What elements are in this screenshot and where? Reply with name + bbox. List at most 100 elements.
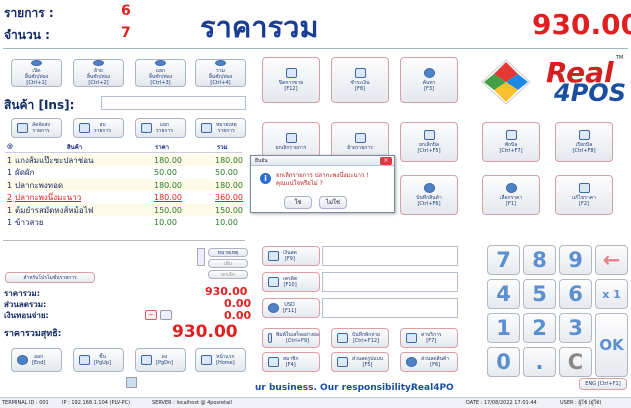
- page-down-button[interactable]: ลง [PgDn]: [135, 348, 186, 372]
- cell-name: ผัดผัก: [15, 168, 35, 177]
- service-charge-button[interactable]: ค่าบริการ [F7]: [400, 328, 458, 348]
- cancel-bill-icon: [423, 130, 435, 140]
- table-row[interactable]: 1 ต้มยำรสมัดหงส์หม้อไฟ 150.00 150.00: [5, 204, 243, 216]
- table-row[interactable]: 1 ผัดผัก 50.00 50.00: [5, 166, 242, 179]
- cell-price: 180.00: [154, 180, 182, 190]
- price-tag-icon: [505, 183, 517, 193]
- edit-price-button[interactable]: แก้ไขราคา [F2]: [555, 175, 613, 215]
- split-item-button[interactable]: แยก รายการ: [135, 118, 186, 138]
- usd-amount-field[interactable]: [322, 298, 458, 318]
- product-label: สินค้า [Ins]:: [4, 98, 75, 112]
- select-price-button[interactable]: เลือกราคา [F1]: [482, 175, 540, 215]
- numpad-dot-button[interactable]: .: [523, 347, 556, 377]
- dialog-close-icon[interactable]: ×: [380, 157, 392, 165]
- cell-name: ปลากะพงนึ่งมะนาว: [15, 193, 82, 202]
- save-hold-button[interactable]: บันทึกพักจ่าย [Ctrl+F12]: [331, 328, 389, 348]
- payment-button[interactable]: ชำระเงิน [F8]: [331, 57, 389, 103]
- merge-drawer-button[interactable]: รวม ลิ้นชัก/ห่อง [Ctrl+4]: [195, 59, 246, 87]
- recall-bill-button[interactable]: เรียกบิล [Ctrl+F8]: [555, 122, 613, 162]
- table-row[interactable]: 1 ปลากะพงทอด 180.00 180.00: [5, 179, 243, 191]
- cell-qty: 1: [7, 180, 13, 190]
- split-drawer-button[interactable]: แยก ลิ้นชัก/ห่อง [Ctrl+3]: [135, 59, 186, 87]
- dialog-yes-button[interactable]: ใช่: [284, 196, 312, 209]
- cancel-button[interactable]: ยกเลิก: [208, 270, 248, 279]
- hold-bill-icon: [505, 130, 517, 140]
- add-button[interactable]: เพิ่ม: [208, 259, 248, 268]
- language-button[interactable]: ENG [Ctrl+F1]: [579, 378, 627, 390]
- change-label: เงินทอนจ่าย:: [4, 311, 49, 320]
- recall-bill-icon: [578, 130, 590, 140]
- numpad-2-button[interactable]: 2: [523, 313, 556, 343]
- promotion-button[interactable]: สำหรับโปรโมชั่นรายการ: [5, 272, 95, 283]
- terminal-id: TERMINAL ID : 001: [2, 400, 49, 406]
- move-drawer-button[interactable]: ย้าย ลิ้นชัก/ห่อง [Ctrl+2]: [73, 59, 124, 87]
- truck-icon: [17, 123, 28, 133]
- cash-amount-field[interactable]: [322, 246, 458, 266]
- cell-qty: 1: [7, 218, 13, 227]
- numpad-backspace-button[interactable]: ←: [595, 245, 628, 275]
- numpad-clear-button[interactable]: C: [559, 347, 592, 377]
- quantity-label: จำนวน :: [4, 28, 50, 42]
- user-info: USER : ผู้ใช้ (ผู้ใช้): [560, 400, 602, 406]
- confirm-dialog: ยืนยัน × i ยกเลิกรายการ ปลากะพงนึ่งมะนาว…: [250, 155, 395, 213]
- credit-button[interactable]: เครดิต [F10]: [262, 272, 320, 292]
- items-count-label: รายการ :: [4, 6, 54, 20]
- merge-icon: [215, 60, 226, 66]
- change-value: 0.00: [224, 309, 252, 322]
- user-avatar-icon[interactable]: [126, 377, 137, 388]
- cell-name: ปลากะพงทอด: [15, 180, 64, 190]
- calculator-icon: [578, 183, 590, 193]
- trash-icon: [79, 123, 90, 133]
- usd-button[interactable]: USD [F11]: [262, 298, 320, 318]
- save-icon: [337, 333, 348, 343]
- numpad-4-button[interactable]: 4: [487, 279, 520, 309]
- search-button[interactable]: ค้นหา [F3]: [400, 57, 458, 103]
- cell-qty: 1: [7, 205, 13, 215]
- numpad-1-button[interactable]: 1: [487, 313, 520, 343]
- brand-text: Real4PO: [411, 383, 454, 393]
- save-product-button[interactable]: บันทึกสินค้า [Ctrl+F6]: [400, 175, 458, 215]
- credit-amount-field[interactable]: [322, 272, 458, 292]
- cell-total: 180.00: [215, 155, 243, 165]
- cell-name: ข้าวสวย: [15, 218, 44, 227]
- delete-item-button[interactable]: ลบ รายการ: [73, 118, 124, 138]
- minus-button[interactable]: –: [145, 310, 157, 320]
- cash-button[interactable]: เงินสด [F9]: [262, 246, 320, 266]
- numpad-3-button[interactable]: 3: [559, 313, 592, 343]
- delivery-item-button[interactable]: ลัดจัดส่ง รายการ: [11, 118, 62, 138]
- member-button[interactable]: สมาชิก [F4]: [262, 352, 320, 372]
- numpad-9-button[interactable]: 9: [559, 245, 592, 275]
- discount-icon: [337, 357, 348, 367]
- note-button[interactable]: หมายเหตุ: [208, 248, 248, 257]
- hold-bill-button[interactable]: พักบิล [Ctrl+F7]: [482, 122, 540, 162]
- home-button[interactable]: หน้าแรก [Home]: [195, 348, 246, 372]
- numpad-8-button[interactable]: 8: [523, 245, 556, 275]
- note-item-button[interactable]: หมายเหตุ รายการ: [195, 118, 246, 138]
- cell-price: 150.00: [154, 205, 182, 215]
- exit-button[interactable]: ออก [End]: [11, 348, 62, 372]
- dialog-no-button[interactable]: ไม่ใช่: [319, 196, 347, 209]
- arrow-down-icon: [141, 355, 152, 365]
- edit-change-button[interactable]: [160, 310, 172, 320]
- save-product-icon: [423, 183, 435, 193]
- table-header: @ สินค้า ราคา รวม: [5, 141, 242, 153]
- product-discount-button[interactable]: ส่วนลดสินค้า [F6]: [400, 352, 458, 372]
- print-receipt-button[interactable]: พิมพ์ใบเสร็จอย่างย่อ [Ctrl+F9]: [262, 328, 320, 348]
- discount-pattern-button[interactable]: ส่วนลดรูปแบบ [F5]: [331, 352, 389, 372]
- numpad-multiply-button[interactable]: x 1: [595, 279, 628, 309]
- datetime: DATE : 17/08/2022 17:01:44: [466, 400, 537, 406]
- numpad-0-button[interactable]: 0: [487, 347, 520, 377]
- close-sale-button[interactable]: ปิดการขาย [F12]: [262, 57, 320, 103]
- open-drawer-button[interactable]: เปิด ลิ้นชัก/ห่อง [Ctrl+1]: [11, 59, 62, 87]
- table-row[interactable]: 1 ข้าวสวย 10.00 10.00: [5, 216, 242, 229]
- cancel-bill-button[interactable]: ยกเลิกบิล [Ctrl+F5]: [400, 122, 458, 162]
- numpad-ok-button[interactable]: OK: [595, 313, 628, 377]
- numpad-6-button[interactable]: 6: [559, 279, 592, 309]
- product-input[interactable]: [101, 96, 246, 110]
- scroll-arrows[interactable]: [197, 248, 205, 266]
- table-row[interactable]: 1 แกงส้มแป๊ะซะปลาช่อน 180.00 180.00: [5, 154, 243, 166]
- numpad-5-button[interactable]: 5: [523, 279, 556, 309]
- numpad-7-button[interactable]: 7: [487, 245, 520, 275]
- page-up-button[interactable]: ขึ้น [PgUp]: [73, 348, 124, 372]
- table-row[interactable]: 2 ปลากะพงนึ่งมะนาว 180.00 360.00: [5, 191, 243, 204]
